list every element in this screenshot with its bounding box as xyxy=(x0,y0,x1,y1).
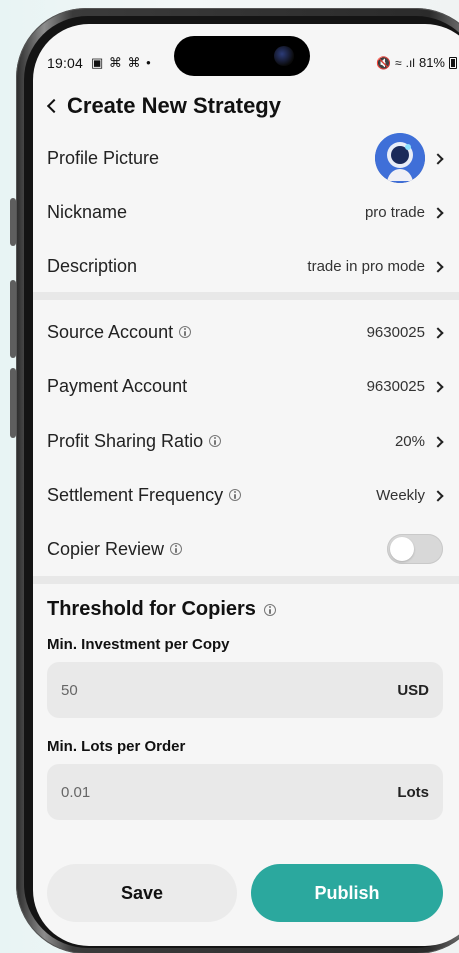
page-title: Create New Strategy xyxy=(67,93,281,118)
copier-review-label: Copier Review xyxy=(47,538,183,560)
nickname-label: Nickname xyxy=(47,201,128,222)
settlement-frequency-value: Weekly xyxy=(376,487,443,504)
info-icon xyxy=(170,543,183,555)
settlement-frequency-label-text: Settlement Frequency xyxy=(47,484,224,505)
profile-picture-value xyxy=(375,133,443,183)
dynamic-island xyxy=(174,36,310,76)
source-account-label-text: Source Account xyxy=(47,321,174,342)
description-label: Description xyxy=(47,255,138,276)
payment-account-label: Payment Account xyxy=(47,375,188,396)
status-time: 19:04 xyxy=(47,55,84,71)
app-screen: 19:04 ▣ ⌘ ⌘ • 🔇 ≈ .ıl 81% Create New Str… xyxy=(33,24,459,946)
status-left-icons: ▣ ⌘ ⌘ • xyxy=(91,55,152,70)
profile-picture-label: Profile Picture xyxy=(47,147,160,168)
settlement-frequency-label: Settlement Frequency xyxy=(47,484,242,506)
top-nav: Create New Strategy xyxy=(33,86,459,126)
profit-sharing-ratio-label-text: Profit Sharing Ratio xyxy=(47,430,204,451)
mute-icon: 🔇 xyxy=(376,55,392,70)
back-icon[interactable] xyxy=(43,97,61,115)
battery-icon xyxy=(449,56,457,69)
astronaut-avatar-icon xyxy=(375,133,425,183)
row-settlement-frequency[interactable]: Settlement Frequency Weekly xyxy=(47,475,443,515)
battery-text: 81% xyxy=(418,55,445,70)
info-icon xyxy=(179,326,192,338)
copier-review-toggle[interactable] xyxy=(387,534,443,564)
info-icon xyxy=(263,603,276,616)
nickname-value: pro trade xyxy=(365,204,443,221)
profit-sharing-ratio-value: 20% xyxy=(395,433,443,450)
min-investment-value: 50 xyxy=(61,681,78,699)
min-lots-unit: Lots xyxy=(397,783,429,801)
chevron-right-icon xyxy=(433,327,443,337)
row-source-account[interactable]: Source Account 9630025 xyxy=(47,312,443,352)
avatar xyxy=(375,133,425,183)
row-payment-account[interactable]: Payment Account 9630025 xyxy=(47,366,443,406)
min-investment-field[interactable]: 50 USD xyxy=(47,662,443,718)
description-text: trade in pro mode xyxy=(307,257,425,275)
chevron-right-icon xyxy=(433,261,443,271)
side-button xyxy=(10,280,16,358)
min-investment-unit: USD xyxy=(397,681,429,699)
payment-account-text: 9630025 xyxy=(366,377,425,395)
min-lots-field[interactable]: 0.01 Lots xyxy=(47,764,443,820)
section-divider xyxy=(33,576,459,584)
row-profile-picture[interactable]: Profile Picture xyxy=(47,133,443,183)
chevron-right-icon xyxy=(433,436,443,446)
source-account-text: 9630025 xyxy=(366,323,425,341)
row-copier-review: Copier Review xyxy=(47,529,443,569)
copier-review-label-text: Copier Review xyxy=(47,538,165,559)
info-icon xyxy=(229,489,242,501)
nickname-text: pro trade xyxy=(364,203,425,221)
row-description[interactable]: Description trade in pro mode xyxy=(47,246,443,286)
section-divider xyxy=(33,292,459,300)
signal-icon: .ıl xyxy=(405,55,415,70)
threshold-title: Threshold for Copiers xyxy=(47,598,276,621)
threshold-title-text: Threshold for Copiers xyxy=(47,598,256,620)
chevron-right-icon xyxy=(433,153,443,163)
publish-button[interactable]: Publish xyxy=(251,864,443,922)
chevron-right-icon xyxy=(433,490,443,500)
row-profit-sharing-ratio[interactable]: Profit Sharing Ratio 20% xyxy=(47,421,443,461)
settlement-frequency-text: Weekly xyxy=(376,486,425,504)
payment-account-value: 9630025 xyxy=(367,378,443,395)
min-lots-label: Min. Lots per Order xyxy=(47,738,186,755)
page-background: 19:04 ▣ ⌘ ⌘ • 🔇 ≈ .ıl 81% Create New Str… xyxy=(0,0,459,953)
profit-sharing-ratio-label: Profit Sharing Ratio xyxy=(47,430,222,452)
camera-icon xyxy=(274,46,294,66)
description-value: trade in pro mode xyxy=(307,258,443,275)
side-button xyxy=(10,368,16,438)
profit-sharing-ratio-text: 20% xyxy=(394,432,425,450)
source-account-value: 9630025 xyxy=(367,324,443,341)
chevron-right-icon xyxy=(433,381,443,391)
status-bar: 19:04 ▣ ⌘ ⌘ • 🔇 ≈ .ıl 81% xyxy=(33,24,459,88)
min-investment-label: Min. Investment per Copy xyxy=(47,636,230,653)
info-icon xyxy=(209,435,222,447)
status-right: 🔇 ≈ .ıl 81% xyxy=(376,55,457,70)
wifi-icon: ≈ xyxy=(395,55,402,70)
row-nickname[interactable]: Nickname pro trade xyxy=(47,192,443,232)
min-lots-value: 0.01 xyxy=(61,783,91,801)
save-button[interactable]: Save xyxy=(47,864,237,922)
source-account-label: Source Account xyxy=(47,321,192,343)
chevron-right-icon xyxy=(433,207,443,217)
side-button xyxy=(10,198,16,246)
